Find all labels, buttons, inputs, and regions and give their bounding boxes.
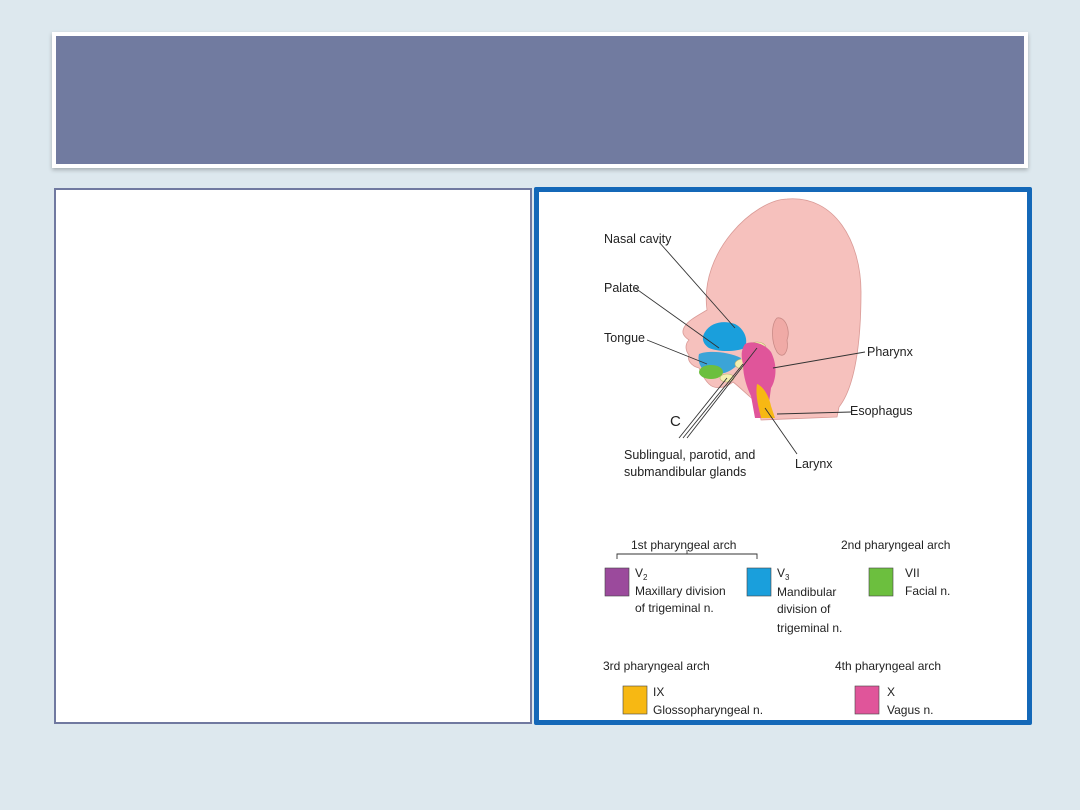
label-larynx: Larynx: [795, 457, 833, 471]
legend-v3-line2: division of: [777, 602, 831, 616]
swatch-x: [854, 685, 880, 715]
legend-v3-code: V3: [777, 566, 790, 582]
legend-x-code: X: [887, 685, 895, 699]
legend-ix-code: IX: [653, 685, 664, 699]
legend-arch3-title: 3rd pharyngeal arch: [603, 659, 710, 673]
swatch-ix: [622, 685, 648, 715]
head-silhouette: [682, 198, 862, 421]
text-content-box: [54, 188, 532, 724]
legend-x-line1: Vagus n.: [887, 703, 933, 717]
swatch-v3: [746, 567, 772, 597]
legend-v3-line3: trigeminal n.: [777, 621, 842, 635]
swatch-vii: [868, 567, 894, 597]
label-esophagus: Esophagus: [850, 404, 913, 418]
legend-v2-code: V2: [635, 566, 648, 582]
label-palate: Palate: [604, 281, 639, 295]
figure-box: Nasal cavity Palate Tongue Pharynx Esoph…: [534, 187, 1032, 725]
title-bar: [52, 32, 1028, 168]
legend-ix-line1: Glossopharyngeal n.: [653, 703, 763, 717]
title-bar-fill: [56, 36, 1024, 164]
tongue-green: [699, 365, 723, 379]
legend-v2-line2: of trigeminal n.: [635, 601, 714, 615]
label-pharynx: Pharynx: [867, 345, 914, 359]
panel-letter: C: [670, 413, 681, 430]
label-nasal-cavity: Nasal cavity: [604, 232, 672, 246]
label-tongue: Tongue: [604, 331, 645, 345]
legend-arch1-title: 1st pharyngeal arch: [631, 538, 736, 552]
label-glands-line1: Sublingual, parotid, and: [624, 448, 755, 462]
label-glands-line2: submandibular glands: [624, 465, 746, 479]
legend-arch2-title: 2nd pharyngeal arch: [841, 538, 950, 552]
legend-vii-code: VII: [905, 566, 920, 580]
legend-vii-line1: Facial n.: [905, 584, 950, 598]
legend-v2-line1: Maxillary division: [635, 584, 726, 598]
legend-v3-line1: Mandibular: [777, 585, 836, 599]
swatch-v2: [604, 567, 630, 597]
pharyngeal-arch-diagram: Nasal cavity Palate Tongue Pharynx Esoph…: [603, 198, 950, 717]
legend-arch4-title: 4th pharyngeal arch: [835, 659, 941, 673]
